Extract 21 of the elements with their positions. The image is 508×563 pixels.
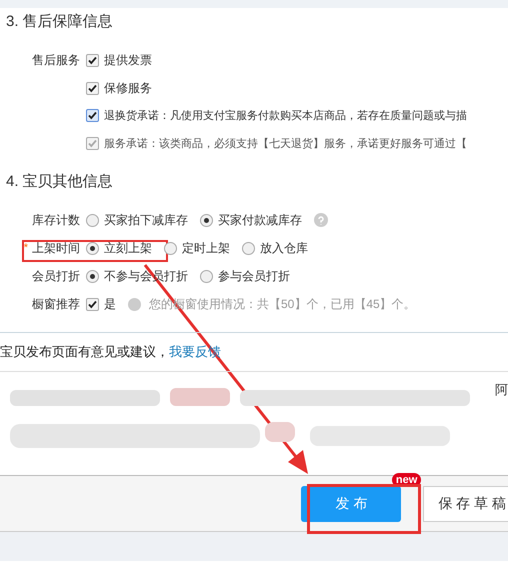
- section-heading: 3. 售后保障信息: [6, 12, 114, 32]
- field-label: 上架时间: [32, 240, 80, 257]
- field-label: 橱窗推荐: [32, 296, 80, 313]
- radio-option[interactable]: 定时上架: [164, 239, 230, 257]
- field-label: 售后服务: [32, 52, 80, 69]
- feedback-text: 宝贝发布页面有意见或建议，: [0, 343, 169, 362]
- radio-option[interactable]: 放入仓库: [242, 239, 308, 257]
- radio-option[interactable]: 买家付款减库存: [200, 211, 302, 229]
- save-draft-button[interactable]: 保 存 草 稿: [423, 486, 508, 522]
- checkbox-option[interactable]: 是: [86, 295, 116, 313]
- radio-option[interactable]: 参与会员打折: [200, 267, 290, 285]
- field-label: 会员打折: [32, 268, 80, 285]
- section-heading: 4. 宝贝其他信息: [6, 172, 114, 192]
- checkbox-option[interactable]: 退换货承诺：凡使用支付宝服务付款购买本店商品，若存在质量问题或与描: [86, 108, 467, 124]
- radio-option[interactable]: 买家拍下减库存: [86, 211, 188, 229]
- checkbox-option[interactable]: 保修服务: [86, 79, 152, 97]
- checkbox-option[interactable]: 提供发票: [86, 51, 152, 69]
- table-cell-text: 阿: [495, 381, 508, 399]
- radio-option[interactable]: 立刻上架: [86, 239, 152, 257]
- required-mark: *: [24, 240, 28, 256]
- field-label: 库存计数: [32, 212, 80, 229]
